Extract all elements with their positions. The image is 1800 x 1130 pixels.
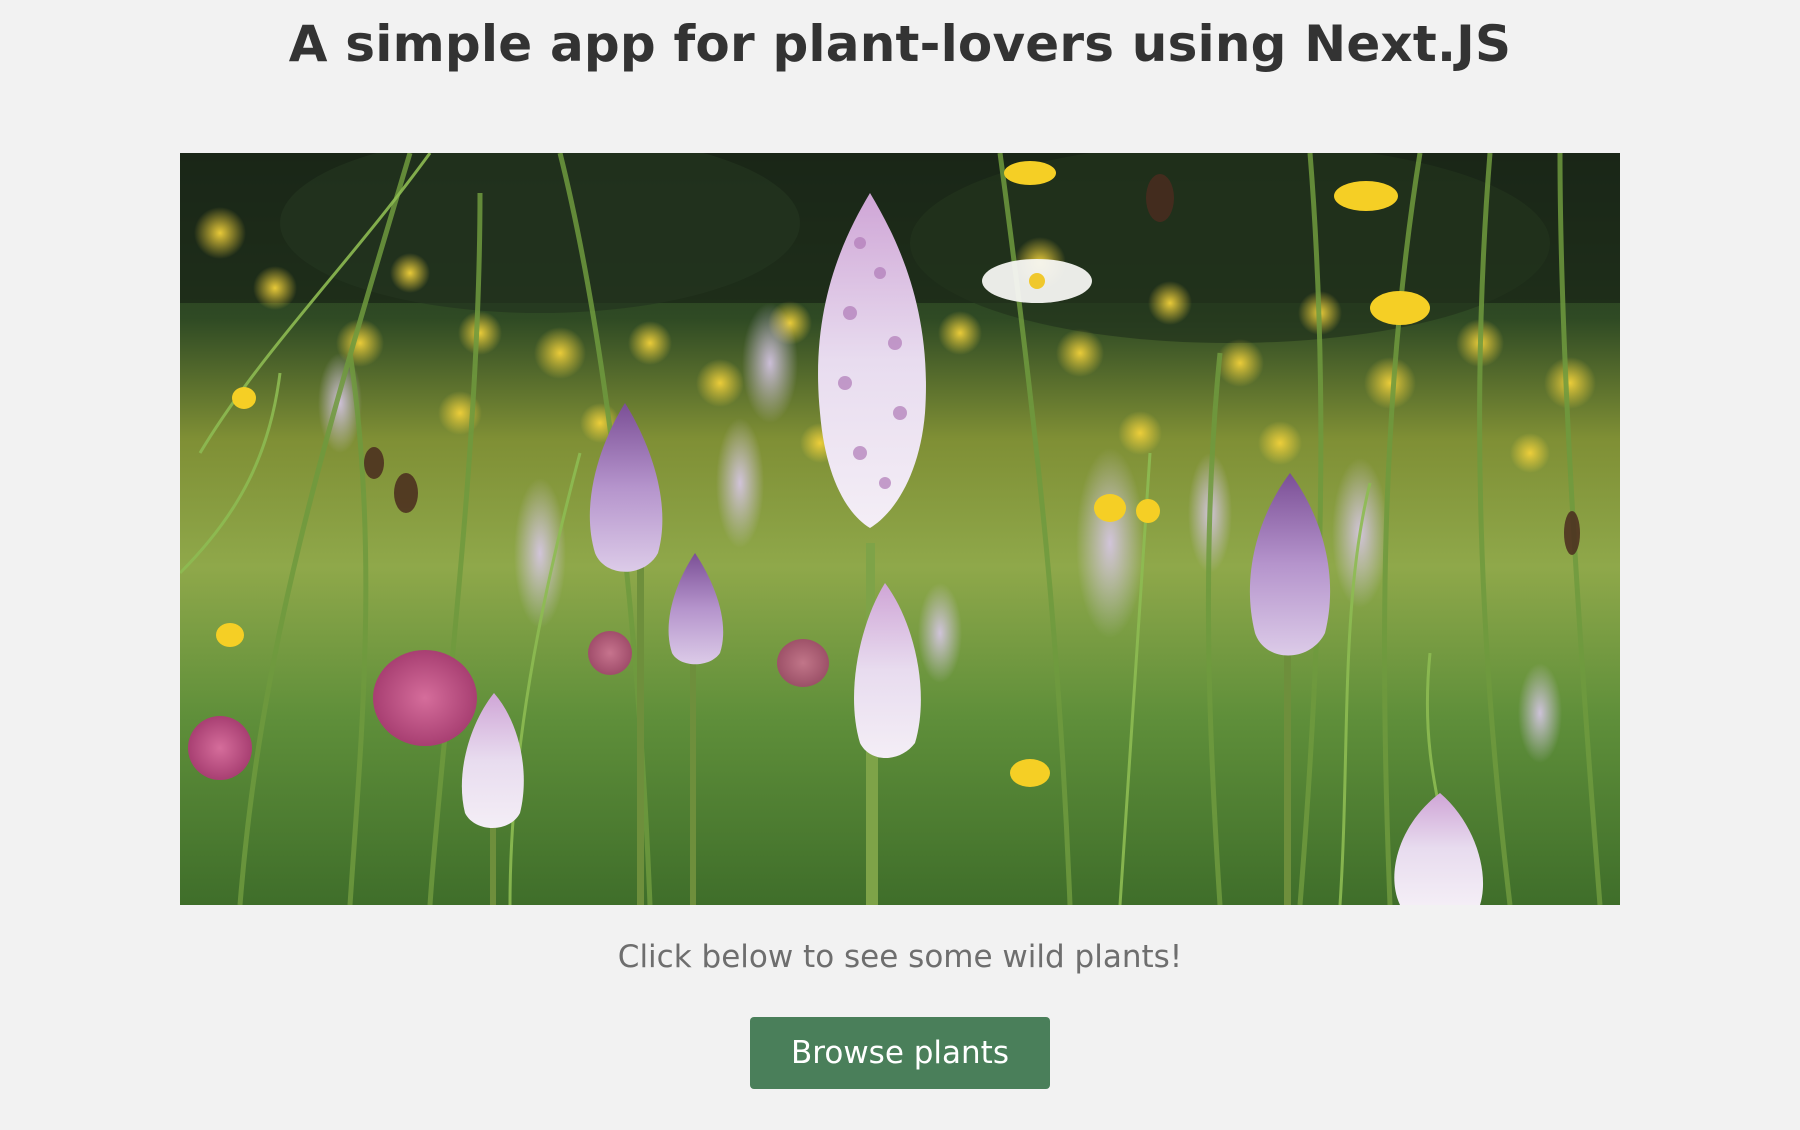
hero-image bbox=[180, 153, 1620, 905]
tagline: Click below to see some wild plants! bbox=[617, 939, 1183, 975]
page-title: A simple app for plant-lovers using Next… bbox=[288, 15, 1512, 73]
wildflower-meadow-photo bbox=[180, 153, 1620, 905]
browse-plants-button[interactable]: Browse plants bbox=[750, 1017, 1050, 1089]
